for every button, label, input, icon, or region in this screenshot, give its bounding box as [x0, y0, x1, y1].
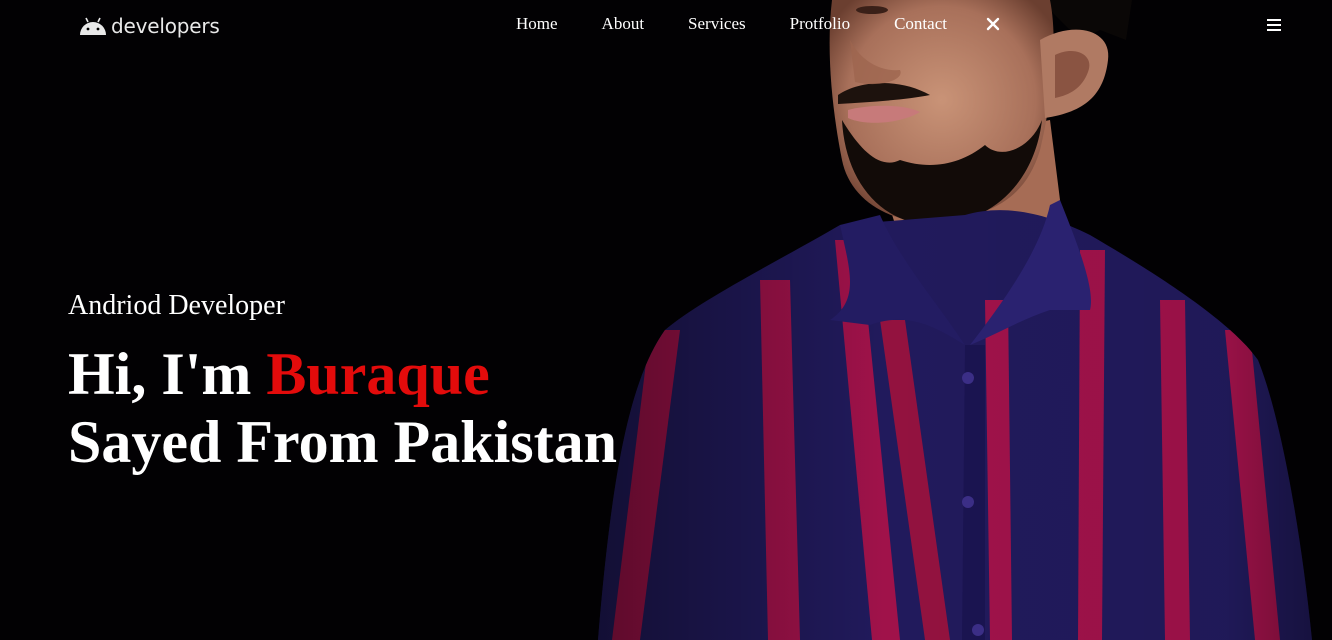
top-navbar: developers Home About Services Protfolio…: [0, 0, 1332, 52]
hero-page: developers Home About Services Protfolio…: [0, 0, 1332, 640]
nav-link-about[interactable]: About: [602, 14, 645, 34]
hero-title-line2: Sayed From Pakistan: [68, 409, 617, 475]
brand-logo[interactable]: developers: [78, 12, 220, 40]
nav-link-portfolio[interactable]: Protfolio: [790, 14, 850, 34]
hero-greeting: Hi, I'm: [68, 341, 267, 407]
hero-subtitle: Andriod Developer: [68, 290, 285, 321]
nav-link-contact[interactable]: Contact: [894, 14, 947, 34]
android-head-icon: [80, 17, 106, 35]
brand-name: developers: [111, 14, 220, 38]
hamburger-line: [1267, 29, 1281, 31]
nav-link-home[interactable]: Home: [516, 14, 558, 34]
hamburger-menu-icon[interactable]: [1267, 19, 1281, 31]
hero-name-highlight: Buraque: [266, 341, 490, 407]
hero-title: Hi, I'm Buraque Sayed From Pakistan: [68, 340, 648, 476]
hero-text: Andriod Developer Hi, I'm Buraque Sayed …: [68, 286, 648, 476]
hamburger-line: [1267, 24, 1281, 26]
hamburger-line: [1267, 19, 1281, 21]
nav-menu: Home About Services Protfolio Contact: [516, 14, 991, 34]
nav-link-services[interactable]: Services: [688, 14, 746, 34]
close-icon[interactable]: [985, 16, 1001, 32]
